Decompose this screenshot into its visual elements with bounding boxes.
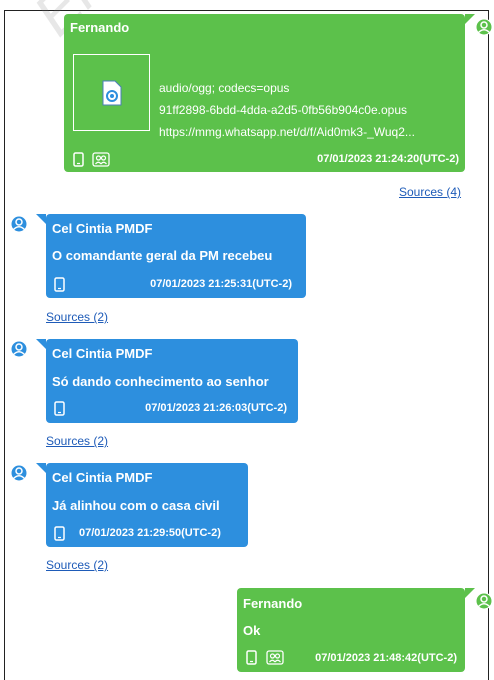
message-timestamp: 07/01/2023 21:26:03(UTC-2)	[145, 402, 287, 414]
sender-name: Cel Cintia PMDF	[52, 470, 153, 485]
group-icon	[92, 152, 110, 167]
message-timestamp: 07/01/2023 21:24:20(UTC-2)	[317, 153, 459, 165]
sources-link[interactable]: Sources (2)	[46, 558, 108, 572]
bubble-tail	[465, 588, 475, 598]
attachment-thumbnail[interactable]	[73, 54, 150, 131]
message-text: O comandante geral da PM recebeu	[52, 248, 273, 263]
attachment-url[interactable]: https://mmg.whatsapp.net/d/f/Aid0mk3-_Wu…	[159, 125, 459, 139]
phone-icon	[54, 526, 65, 541]
contact-avatar-icon	[10, 340, 28, 358]
phone-icon	[54, 277, 65, 292]
bubble-tail	[36, 463, 46, 473]
sender-name: Cel Cintia PMDF	[52, 221, 153, 236]
message-bubble-incoming[interactable]: Cel Cintia PMDF Só dando conhecimento ao…	[46, 339, 298, 423]
sources-link[interactable]: Sources (2)	[46, 310, 108, 324]
sender-name: Cel Cintia PMDF	[52, 346, 153, 361]
sources-link[interactable]: Sources (4)	[399, 185, 461, 199]
phone-icon	[73, 152, 84, 167]
contact-avatar-icon	[475, 592, 493, 610]
message-text: Já alinhou com o casa civil	[52, 498, 220, 513]
sender-name: Fernando	[70, 20, 130, 35]
message-timestamp: 07/01/2023 21:29:50(UTC-2)	[79, 527, 221, 539]
phone-icon	[246, 650, 257, 665]
message-bubble-incoming[interactable]: Cel Cintia PMDF Já alinhou com o casa ci…	[46, 463, 248, 547]
contact-avatar-icon	[10, 464, 28, 482]
contact-avatar-icon	[475, 18, 493, 36]
attachment-mime: audio/ogg; codecs=opus	[159, 81, 290, 95]
bubble-tail	[36, 214, 46, 224]
message-timestamp: 07/01/2023 21:25:31(UTC-2)	[150, 278, 292, 290]
message-bubble-outgoing[interactable]: Fernando Ok 07/01/2023 21:48:42(UTC-2)	[237, 588, 465, 672]
sender-name: Fernando	[243, 596, 303, 611]
contact-avatar-icon	[10, 215, 28, 233]
attachment-filename: 91ff2898-6bdd-4dda-a2d5-0fb56b904c0e.opu…	[159, 103, 407, 117]
bubble-tail	[465, 14, 475, 24]
message-bubble-outgoing[interactable]: Fernando audio/ogg; codecs=opus 91ff2898…	[64, 14, 465, 172]
group-icon	[266, 650, 284, 665]
message-timestamp: 07/01/2023 21:48:42(UTC-2)	[315, 652, 457, 664]
message-bubble-incoming[interactable]: Cel Cintia PMDF O comandante geral da PM…	[46, 214, 306, 298]
message-text: Ok	[243, 623, 261, 638]
bubble-tail	[36, 339, 46, 349]
phone-icon	[54, 401, 65, 416]
message-text: Só dando conhecimento ao senhor	[52, 374, 269, 389]
audio-file-icon	[102, 80, 122, 106]
sources-link[interactable]: Sources (2)	[46, 434, 108, 448]
